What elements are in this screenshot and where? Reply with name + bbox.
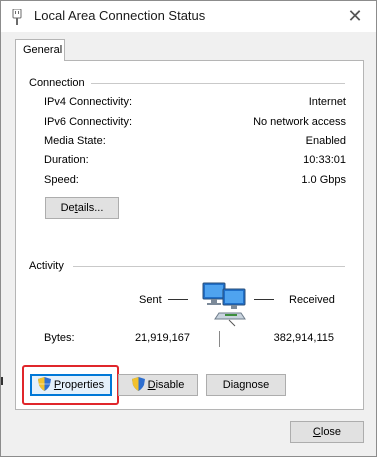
edge-marker [1,377,3,385]
connection-group-divider [91,83,345,84]
details-button[interactable]: Details... [45,197,119,219]
disable-button[interactable]: Disable [118,374,198,396]
properties-button[interactable]: Properties [30,374,112,396]
sent-bytes-value: 21,919,167 [134,332,190,344]
shield-icon [37,377,51,392]
title-bar: Local Area Connection Status ✕ [1,1,376,32]
tab-general[interactable]: General [15,39,65,61]
diagnose-label: Diagnose [222,379,270,391]
connection-group-title: Connection [29,77,89,89]
properties-label: roperties [61,379,105,391]
ipv4-label: IPv4 Connectivity: [44,96,133,108]
ipv6-label: IPv6 Connectivity: [44,116,133,128]
received-label: Received [289,294,335,306]
ipv4-value: Internet [308,96,346,108]
details-label-post: ails... [77,202,104,214]
sent-line [168,299,188,300]
close-accelerator: C [312,426,321,438]
details-label-pre: De [60,202,75,214]
disable-label: isable [155,379,185,391]
activity-group-title: Activity [29,260,68,272]
speed-label: Speed: [44,174,79,186]
close-icon[interactable]: ✕ [344,5,366,27]
duration-value: 10:33:01 [303,154,346,166]
shield-icon [131,377,145,392]
received-line [254,299,274,300]
bytes-label: Bytes: [44,332,75,344]
general-panel [15,60,364,410]
connection-status-dialog: Local Area Connection Status ✕ General C… [0,0,377,457]
received-bytes-value: 382,914,115 [273,332,334,344]
network-adapter-icon [12,9,22,25]
media-state-value: Enabled [305,135,346,147]
window-title: Local Area Connection Status [34,8,206,23]
close-button[interactable]: Close [290,421,364,443]
ipv6-value: No network access [253,116,346,128]
media-state-label: Media State: [44,135,106,147]
disable-accelerator: D [147,379,156,391]
sent-label: Sent [139,294,162,306]
close-label: lose [320,426,342,438]
speed-value: 1.0 Gbps [301,174,346,186]
tab-label: General [23,44,63,56]
activity-group-divider [73,266,345,267]
network-computers-icon [202,282,246,327]
diagnose-button[interactable]: Diagnose [206,374,286,396]
duration-label: Duration: [44,154,89,166]
bytes-separator [219,331,220,347]
